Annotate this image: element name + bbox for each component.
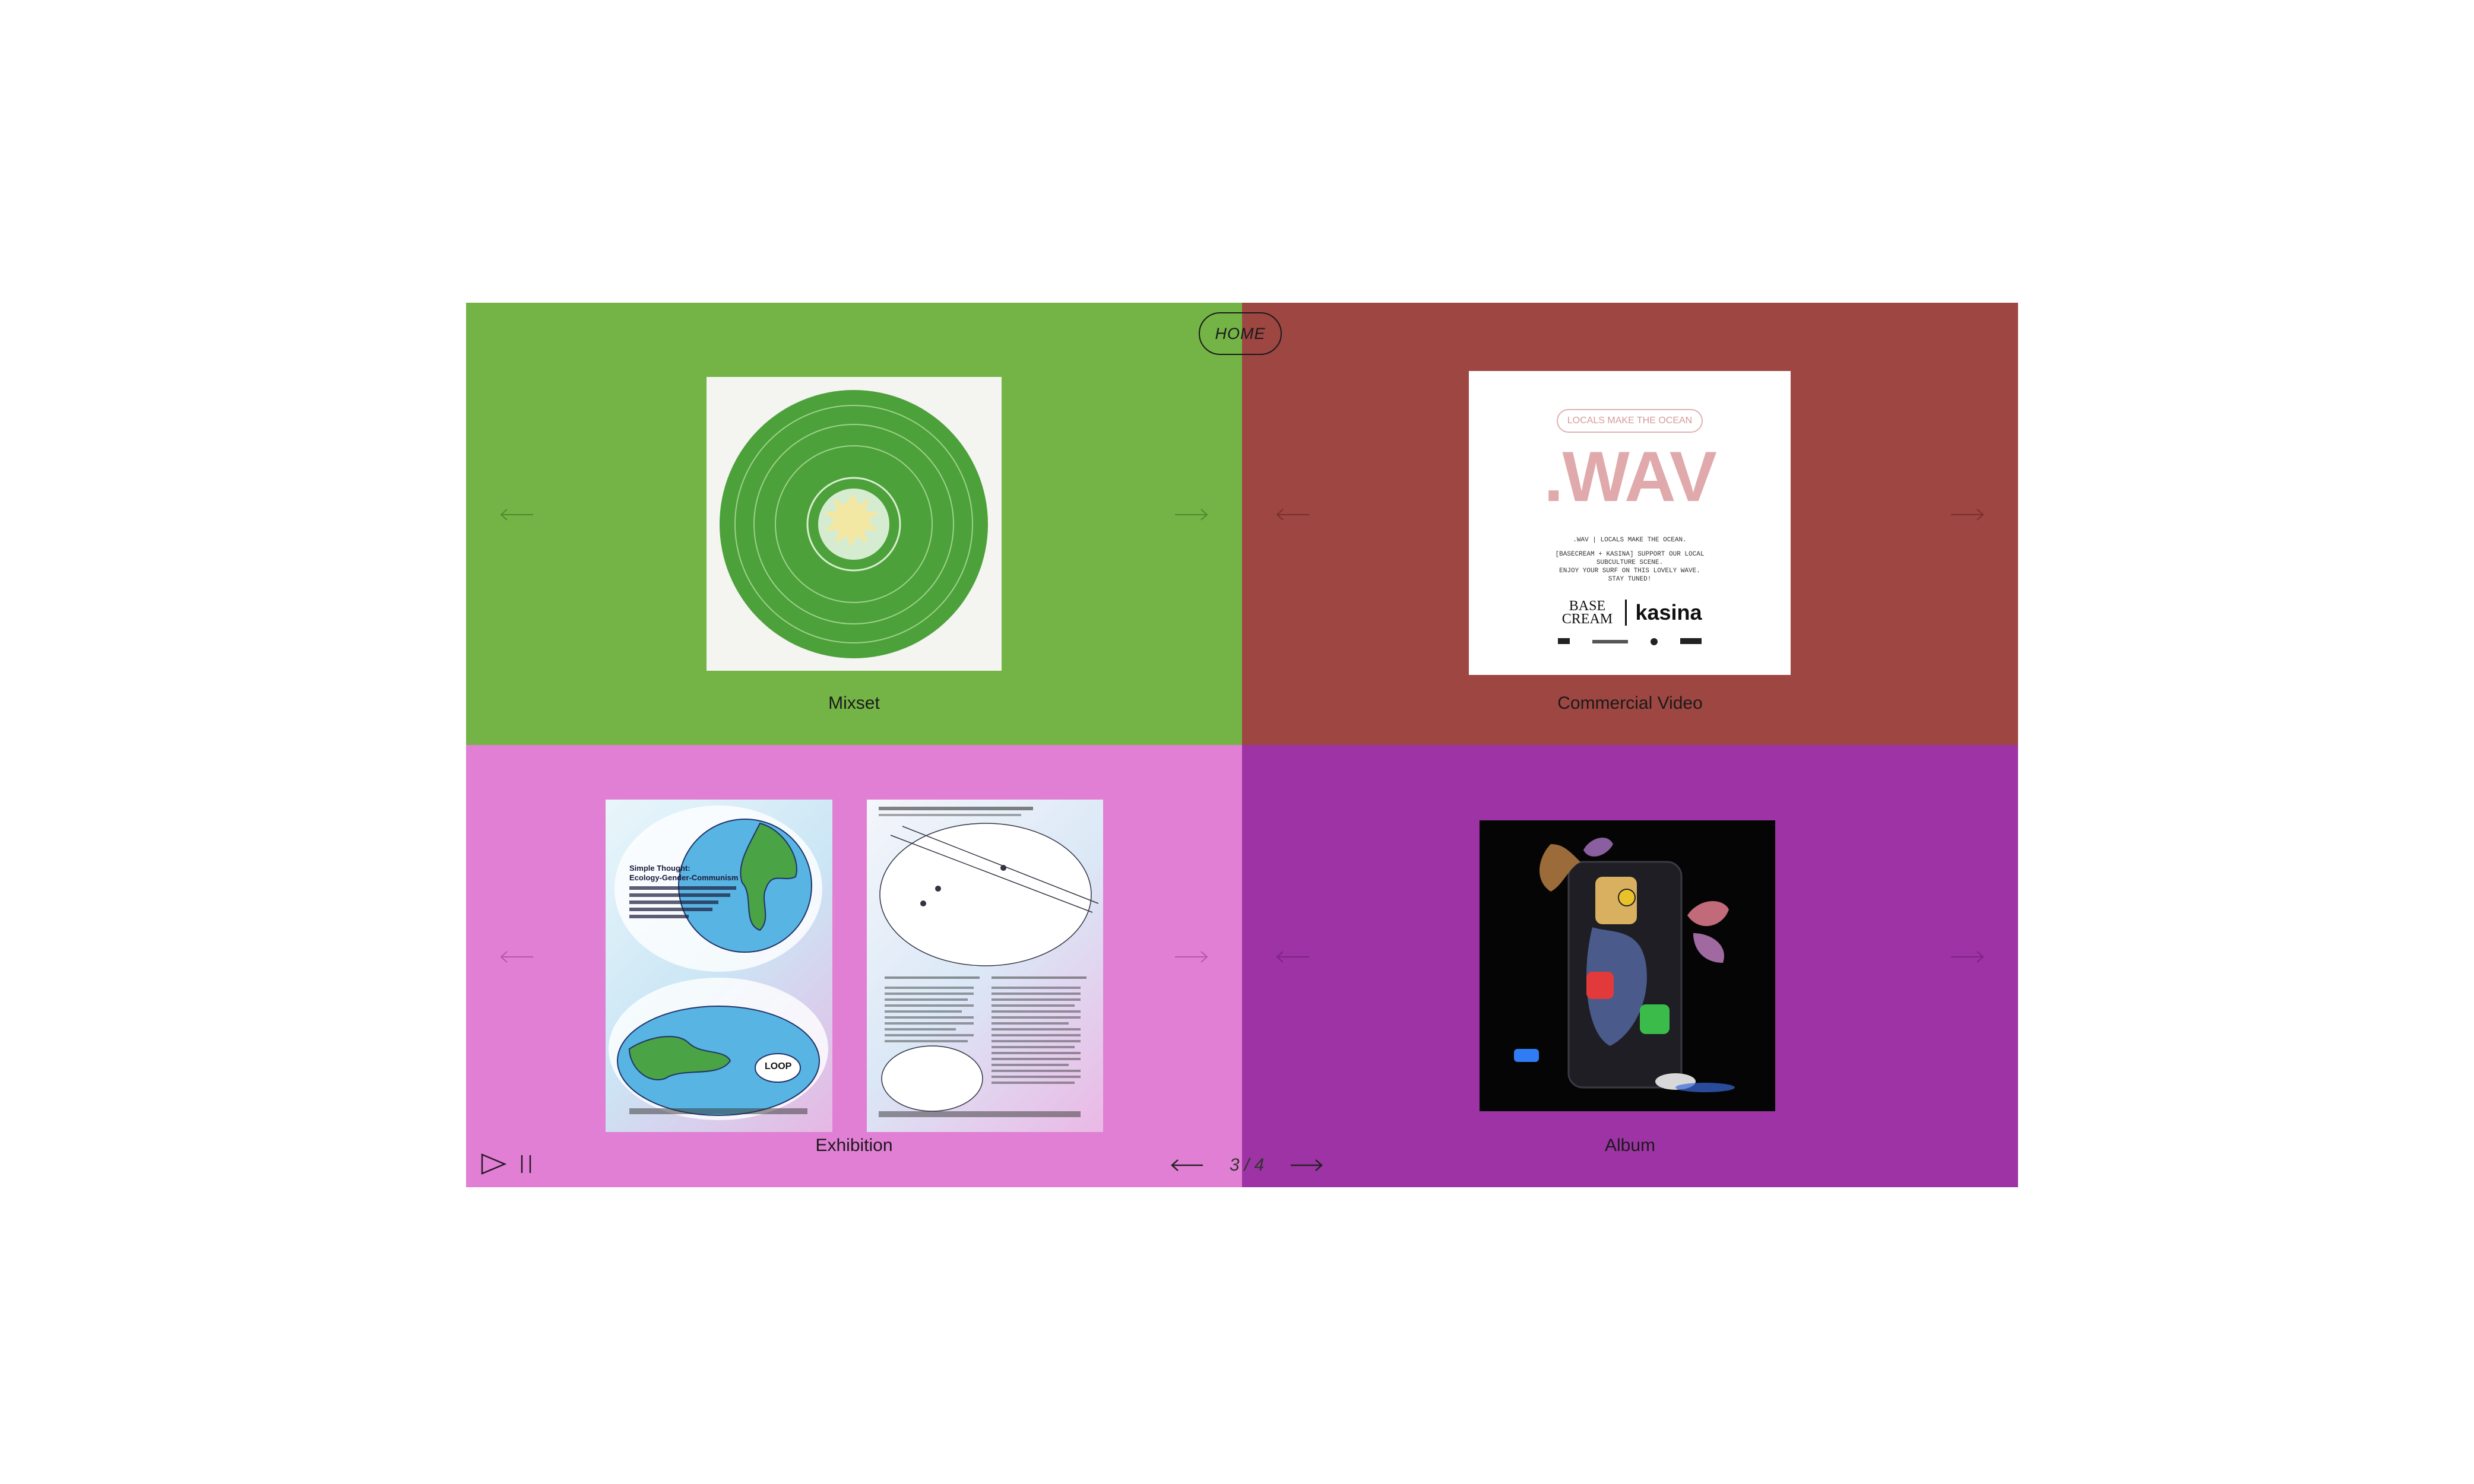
arrow-right-icon[interactable]: [1174, 508, 1209, 522]
arrow-left-icon[interactable]: [1275, 950, 1310, 964]
poster-line: STAY TUNED!: [1608, 576, 1652, 583]
map-illustration: [879, 807, 1099, 1117]
poster-title-block: Simple Thought: Ecology-Gender-Communism: [629, 864, 738, 918]
poster-line: .WAV | LOCALS MAKE THE OCEAN.: [1573, 537, 1687, 544]
poster-brands: BASE CREAM kasina: [1469, 598, 1791, 627]
brand-kasina: kasina: [1635, 600, 1702, 624]
wav-poster-thumbnail[interactable]: LOCALS MAKE THE OCEAN .WAV .WAV | LOCALS…: [1469, 371, 1791, 675]
arrow-right-icon[interactable]: [1950, 508, 1985, 522]
page-indicator: 3 / 4: [1229, 1155, 1265, 1175]
brand-divider: [1625, 600, 1627, 626]
poster-title-line: Simple Thought:: [629, 864, 690, 873]
arrow-right-icon[interactable]: [1174, 950, 1209, 964]
arrow-left-icon[interactable]: [499, 950, 534, 964]
poster-line: [BASECREAM + KASINA] SUPPORT OUR LOCAL: [1555, 551, 1705, 558]
loop-badge: LOOP: [765, 1061, 792, 1071]
globe-illustration: [609, 806, 828, 1120]
album-cover-thumbnail[interactable]: [1480, 820, 1775, 1111]
pause-icon[interactable]: [519, 1153, 534, 1175]
play-icon[interactable]: [480, 1153, 506, 1175]
poster-title: .WAV: [1544, 437, 1717, 516]
poster-sponsor-logos: [1558, 638, 1702, 646]
quadrant-album[interactable]: Album: [1242, 745, 2018, 1187]
mixset-thumbnail[interactable]: [707, 377, 1002, 671]
project-board: Mixset LOCALS MAKE THE OCEAN .WAV .WAV |…: [466, 303, 2019, 1187]
poster-title-line: Ecology-Gender-Communism: [629, 873, 739, 882]
poster-body: .WAV | LOCALS MAKE THE OCEAN. [BASECREAM…: [1469, 536, 1791, 584]
exhibition-poster-back[interactable]: [867, 800, 1103, 1132]
record-disc-image: [720, 390, 988, 658]
arrow-right-icon[interactable]: [1950, 950, 1985, 964]
exhibition-poster-front[interactable]: Simple Thought: Ecology-Gender-Communism…: [606, 800, 832, 1132]
album-artwork: [1514, 838, 1735, 1092]
quadrant-commercial-video[interactable]: LOCALS MAKE THE OCEAN .WAV .WAV | LOCALS…: [1242, 303, 2018, 745]
arrow-left-icon[interactable]: [1170, 1158, 1204, 1172]
poster-line: SUBCULTURE SCENE.: [1596, 559, 1664, 566]
quadrant-label: Commercial Video: [1557, 693, 1703, 713]
poster-line: ENJOY YOUR SURF ON THIS LOVELY WAVE.: [1559, 567, 1700, 575]
home-button[interactable]: HOME: [1199, 312, 1282, 355]
arrow-right-icon[interactable]: [1290, 1158, 1324, 1172]
pagination: 3 / 4: [1170, 1150, 1324, 1180]
quadrant-mixset[interactable]: Mixset: [466, 303, 1242, 745]
arrow-left-icon[interactable]: [1275, 508, 1310, 522]
quadrant-label: Album: [1604, 1136, 1656, 1155]
player-controls: [480, 1153, 534, 1175]
quadrant-label: Mixset: [828, 693, 880, 713]
brand-basecream: BASE CREAM: [1561, 598, 1613, 627]
quadrant-label: Exhibition: [815, 1136, 893, 1155]
quadrant-exhibition[interactable]: Simple Thought: Ecology-Gender-Communism…: [466, 745, 1242, 1187]
poster-pill: LOCALS MAKE THE OCEAN: [1557, 409, 1703, 433]
arrow-left-icon[interactable]: [499, 508, 534, 522]
